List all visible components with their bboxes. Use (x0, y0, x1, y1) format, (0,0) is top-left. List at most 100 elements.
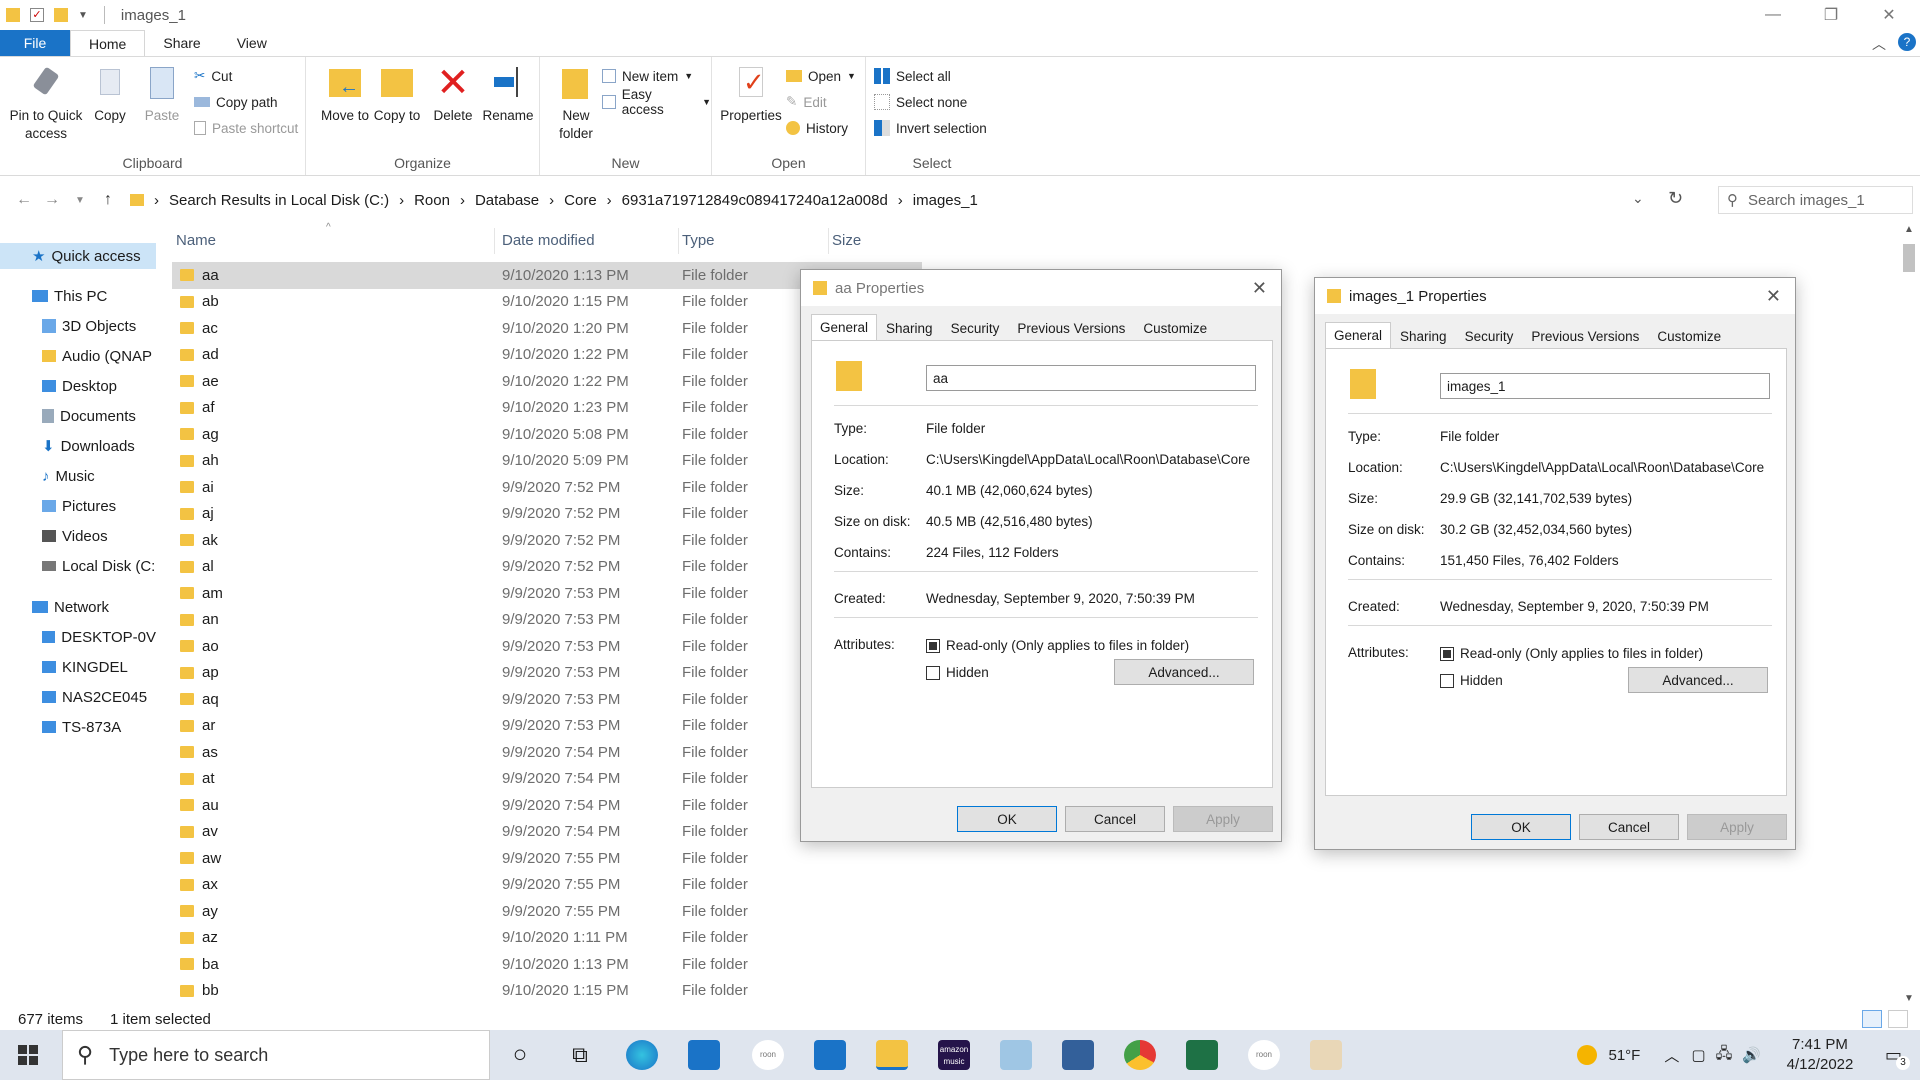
table-row[interactable]: aw 9/9/2020 7:55 PM File folder (172, 845, 922, 872)
nav-music[interactable]: ♪ Music (0, 463, 156, 489)
cut-button[interactable]: ✂ Cut (194, 65, 232, 87)
new-folder-button[interactable]: New folder (548, 63, 604, 143)
task-view-icon[interactable]: ⧉ (564, 1040, 596, 1070)
tab-view[interactable]: View (219, 30, 285, 56)
nav-kingdel[interactable]: KINGDEL (0, 654, 156, 680)
notifications-icon[interactable]: ▭ 3 (1885, 1045, 1910, 1070)
cortana-icon[interactable]: ○ (504, 1040, 536, 1070)
apply-button[interactable]: Apply (1687, 814, 1787, 840)
tab-general[interactable]: General (811, 314, 878, 340)
tab-security[interactable]: Security (1456, 324, 1523, 348)
clock[interactable]: 7:41 PM 4/12/2022 (1775, 1035, 1865, 1075)
tab-general[interactable]: General (1325, 322, 1392, 348)
crumb-hash-folder[interactable]: 6931a719712849c089417240a12a008d (622, 192, 888, 209)
tab-customize[interactable]: Customize (1648, 324, 1730, 348)
solitaire-icon[interactable] (1062, 1040, 1094, 1070)
new-folder-quick-icon[interactable] (54, 8, 68, 22)
cancel-button[interactable]: Cancel (1065, 806, 1165, 832)
crumb-database[interactable]: Database (475, 192, 539, 209)
tab-sharing[interactable]: Sharing (877, 316, 942, 340)
ok-button[interactable]: OK (957, 806, 1057, 832)
column-name[interactable]: Name (176, 232, 216, 249)
address-dropdown-icon[interactable]: ⌄ (1632, 190, 1644, 207)
hidden-checkbox[interactable] (926, 666, 940, 680)
tab-previous-versions[interactable]: Previous Versions (1008, 316, 1134, 340)
history-button[interactable]: History (786, 117, 848, 139)
advanced-button[interactable]: Advanced... (1114, 659, 1254, 685)
roon-icon-2[interactable]: roon (1248, 1040, 1280, 1070)
apply-button[interactable]: Apply (1173, 806, 1273, 832)
copy-button[interactable]: Copy (90, 63, 130, 125)
nav-desktop-0v[interactable]: DESKTOP-0V (0, 624, 156, 650)
readonly-checkbox[interactable] (926, 639, 940, 653)
tab-file[interactable]: File (0, 30, 70, 56)
table-row[interactable]: ay 9/9/2020 7:55 PM File folder (172, 898, 922, 925)
properties-button[interactable]: ✓ Properties (718, 63, 784, 125)
copy-path-button[interactable]: Copy path (194, 91, 278, 113)
delete-button[interactable]: ✕ Delete (430, 63, 476, 125)
rename-button[interactable]: Rename (480, 63, 536, 125)
select-none-button[interactable]: Select none (874, 91, 967, 113)
crumb-roon[interactable]: Roon (414, 192, 450, 209)
network-tray-icon[interactable]: 🖧 (1716, 1043, 1733, 1068)
back-arrow-icon[interactable]: ← (10, 191, 38, 209)
crumb-images-1[interactable]: images_1 (913, 192, 978, 209)
close-icon[interactable]: ✕ (1252, 278, 1267, 299)
column-type[interactable]: Type (682, 232, 715, 249)
scroll-down-icon[interactable]: ▼ (1904, 993, 1914, 1004)
app-icon[interactable] (1000, 1040, 1032, 1070)
up-arrow-icon[interactable]: ↑ (94, 191, 122, 209)
nav-documents[interactable]: Documents (0, 403, 156, 429)
windows-start-icon[interactable] (18, 1045, 38, 1065)
refresh-icon[interactable]: ↻ (1668, 188, 1683, 209)
search-box[interactable]: ⚲ Search images_1 (1718, 186, 1913, 214)
nav-3d-objects[interactable]: 3D Objects (0, 313, 156, 339)
search-input[interactable]: Search images_1 (1748, 192, 1865, 209)
help-icon[interactable]: ? (1898, 33, 1916, 51)
weather-sun-icon[interactable] (1576, 1045, 1597, 1065)
nav-desktop[interactable]: Desktop (0, 373, 156, 399)
details-view-icon[interactable] (1862, 1010, 1882, 1028)
roon-icon[interactable]: roon (752, 1040, 784, 1070)
invert-selection-button[interactable]: Invert selection (874, 117, 987, 139)
hidden-checkbox[interactable] (1440, 674, 1454, 688)
store-icon[interactable] (814, 1040, 846, 1070)
copy-to-button[interactable]: Copy to (372, 63, 422, 125)
scroll-thumb[interactable] (1903, 244, 1915, 272)
folder-name-field[interactable]: aa (926, 365, 1256, 391)
open-button[interactable]: Open ▼ (786, 65, 856, 87)
tab-share[interactable]: Share (145, 30, 218, 56)
table-row[interactable]: az 9/10/2020 1:11 PM File folder (172, 925, 922, 952)
new-item-button[interactable]: New item ▼ (602, 65, 693, 87)
ok-button[interactable]: OK (1471, 814, 1571, 840)
scroll-up-icon[interactable]: ▲ (1904, 224, 1914, 235)
chrome-icon[interactable] (1124, 1040, 1156, 1070)
paint-icon[interactable] (1310, 1040, 1342, 1070)
minimize-button[interactable]: — (1744, 0, 1802, 30)
forward-arrow-icon[interactable]: → (38, 191, 66, 209)
readonly-checkbox[interactable] (1440, 647, 1454, 661)
tab-security[interactable]: Security (942, 316, 1009, 340)
paste-shortcut-button[interactable]: Paste shortcut (194, 117, 298, 139)
amazon-music-icon[interactable]: amazon music (938, 1040, 970, 1070)
properties-quick-icon[interactable]: ✓ (30, 8, 44, 22)
show-hidden-icons-icon[interactable]: ︿ (1664, 1045, 1679, 1066)
meet-now-icon[interactable]: ▢ (1691, 1046, 1705, 1064)
close-button[interactable]: ✕ (1860, 0, 1918, 30)
crumb-search-results[interactable]: Search Results in Local Disk (C:) (169, 192, 389, 209)
move-to-button[interactable]: ← Move to (320, 63, 370, 125)
file-explorer-icon[interactable] (876, 1040, 908, 1070)
nav-local-disk[interactable]: Local Disk (C: (0, 553, 156, 579)
restore-button[interactable]: ❐ (1802, 0, 1860, 30)
nav-audio-qnap[interactable]: Audio (QNAP (0, 343, 156, 369)
chevron-down-icon[interactable]: ▼ (78, 10, 88, 21)
easy-access-button[interactable]: Easy access ▼ (602, 87, 711, 117)
excel-icon[interactable] (1186, 1040, 1218, 1070)
paste-button[interactable]: Paste (140, 63, 184, 125)
vertical-scrollbar[interactable]: ▲ ▼ (1900, 224, 1918, 1004)
folder-name-field[interactable]: images_1 (1440, 373, 1770, 399)
table-row[interactable]: bb 9/10/2020 1:15 PM File folder (172, 978, 922, 1005)
large-icons-view-icon[interactable] (1888, 1010, 1908, 1028)
tab-previous-versions[interactable]: Previous Versions (1522, 324, 1648, 348)
nav-downloads[interactable]: ⬇ Downloads (0, 433, 156, 459)
